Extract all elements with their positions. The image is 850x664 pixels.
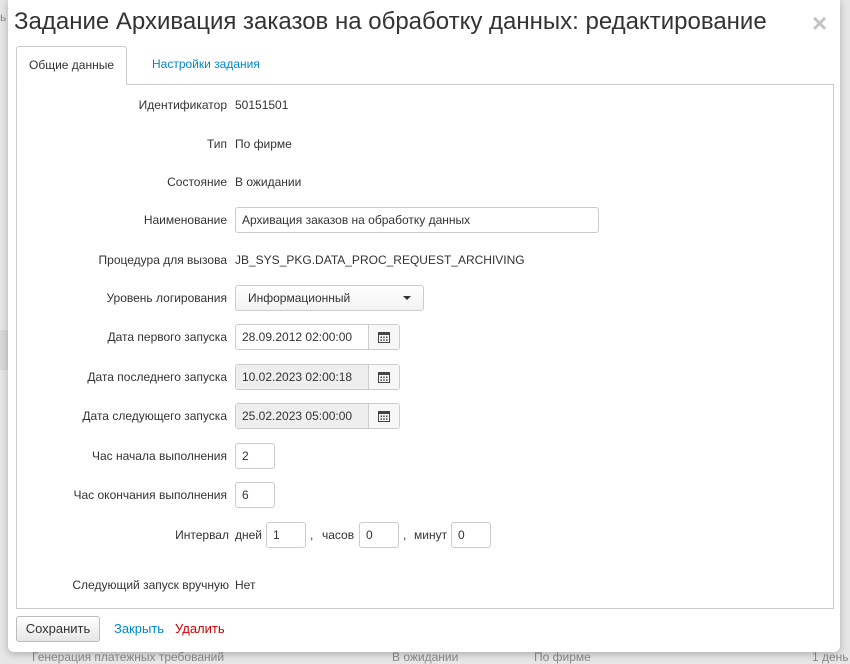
next-run-calendar-button xyxy=(368,404,399,428)
row-procedure: Процедура для вызова JB_SYS_PKG.DATA_PRO… xyxy=(17,247,833,273)
row-interval: Интервал дней 1 , часов 0 , минут 0 xyxy=(17,522,833,548)
tab-task-settings[interactable]: Настройки задания xyxy=(140,46,272,83)
end-hour-label: Час окончания выполнения xyxy=(73,488,228,502)
days-input[interactable]: 1 xyxy=(266,522,306,548)
background-row-type: По фирме xyxy=(534,650,591,664)
state-value: В ожидании xyxy=(235,175,302,189)
calendar-icon xyxy=(378,372,390,383)
manual-run-value: Нет xyxy=(235,578,256,592)
first-run-input[interactable]: 28.09.2012 02:00:00 xyxy=(236,325,369,349)
calendar-icon xyxy=(378,332,390,343)
dialog-title: Задание Архивация заказов на обработку д… xyxy=(14,8,767,35)
name-label: Наименование xyxy=(143,213,227,227)
start-hour-label: Час начала выполнения xyxy=(91,449,227,463)
procedure-label: Процедура для вызова xyxy=(98,253,227,267)
minutes-label: минут xyxy=(414,528,448,542)
log-level-select[interactable]: Информационный xyxy=(235,285,424,311)
procedure-value: JB_SYS_PKG.DATA_PROC_REQUEST_ARCHIVING xyxy=(235,253,525,267)
next-run-input: 25.02.2023 05:00:00 xyxy=(236,404,369,428)
row-end-hour: Час окончания выполнения 6 xyxy=(17,482,833,508)
background-fragment: ь xyxy=(0,10,7,24)
general-tab-panel: Идентификатор 50151501 Тип По фирме Сост… xyxy=(16,84,834,609)
save-button[interactable]: Сохранить xyxy=(16,616,100,642)
row-manual-run: Следующий запуск вручную Нет xyxy=(17,572,833,598)
row-start-hour: Час начала выполнения 2 xyxy=(17,443,833,469)
delete-link[interactable]: Удалить xyxy=(175,616,225,642)
end-hour-input[interactable]: 6 xyxy=(235,482,275,508)
close-link[interactable]: Закрыть xyxy=(114,616,164,642)
background-bar xyxy=(0,330,8,370)
row-next-run: Дата следующего запуска 25.02.2023 05:00… xyxy=(17,403,833,429)
edit-task-dialog: Задание Архивация заказов на обработку д… xyxy=(8,0,840,652)
days-label: дней xyxy=(235,528,263,542)
last-run-label: Дата последнего запуска xyxy=(87,370,227,384)
row-identifier: Идентификатор 50151501 xyxy=(17,92,833,118)
row-type: Тип По фирме xyxy=(17,131,833,157)
last-run-input: 10.02.2023 02:00:18 xyxy=(236,365,369,389)
start-hour-input[interactable]: 2 xyxy=(235,443,275,469)
state-label: Состояние xyxy=(167,175,227,189)
last-run-calendar-button xyxy=(368,365,399,389)
identifier-label: Идентификатор xyxy=(138,98,227,112)
log-level-label: Уровень логирования xyxy=(106,291,227,305)
background-row-text: Генерация платежных требований xyxy=(32,650,225,664)
first-run-calendar-button[interactable] xyxy=(368,325,399,349)
hours-input[interactable]: 0 xyxy=(359,522,399,548)
row-first-run: Дата первого запуска 28.09.2012 02:00:00 xyxy=(17,324,833,350)
interval-label: Интервал xyxy=(175,528,229,542)
caret-down-icon xyxy=(403,296,411,300)
next-run-datepicker: 25.02.2023 05:00:00 xyxy=(235,403,400,429)
tab-general[interactable]: Общие данные xyxy=(16,46,128,85)
identifier-value: 50151501 xyxy=(235,98,289,112)
last-run-datepicker: 10.02.2023 02:00:18 xyxy=(235,364,400,390)
comma-separator: , xyxy=(310,528,314,542)
row-state: Состояние В ожидании xyxy=(17,169,833,195)
name-input[interactable]: Архивация заказов на обработку данных xyxy=(235,207,599,233)
log-level-value: Информационный xyxy=(248,291,351,305)
calendar-icon xyxy=(378,411,390,422)
hours-label: часов xyxy=(322,528,355,542)
row-name: Наименование Архивация заказов на обрабо… xyxy=(17,207,833,233)
first-run-label: Дата первого запуска xyxy=(107,330,227,344)
row-log-level: Уровень логирования Информационный xyxy=(17,285,833,311)
type-value: По фирме xyxy=(235,137,292,151)
background-row-status: В ожидании xyxy=(392,650,459,664)
comma-separator: , xyxy=(403,528,407,542)
close-icon[interactable]: × xyxy=(812,10,830,36)
row-last-run: Дата последнего запуска 10.02.2023 02:00… xyxy=(17,364,833,390)
first-run-datepicker: 28.09.2012 02:00:00 xyxy=(235,324,400,350)
background-row-interval: 1 день xyxy=(812,650,849,664)
minutes-input[interactable]: 0 xyxy=(451,522,491,548)
manual-run-label: Следующий запуск вручную xyxy=(72,578,229,592)
next-run-label: Дата следующего запуска xyxy=(82,409,227,423)
type-label: Тип xyxy=(206,137,227,151)
